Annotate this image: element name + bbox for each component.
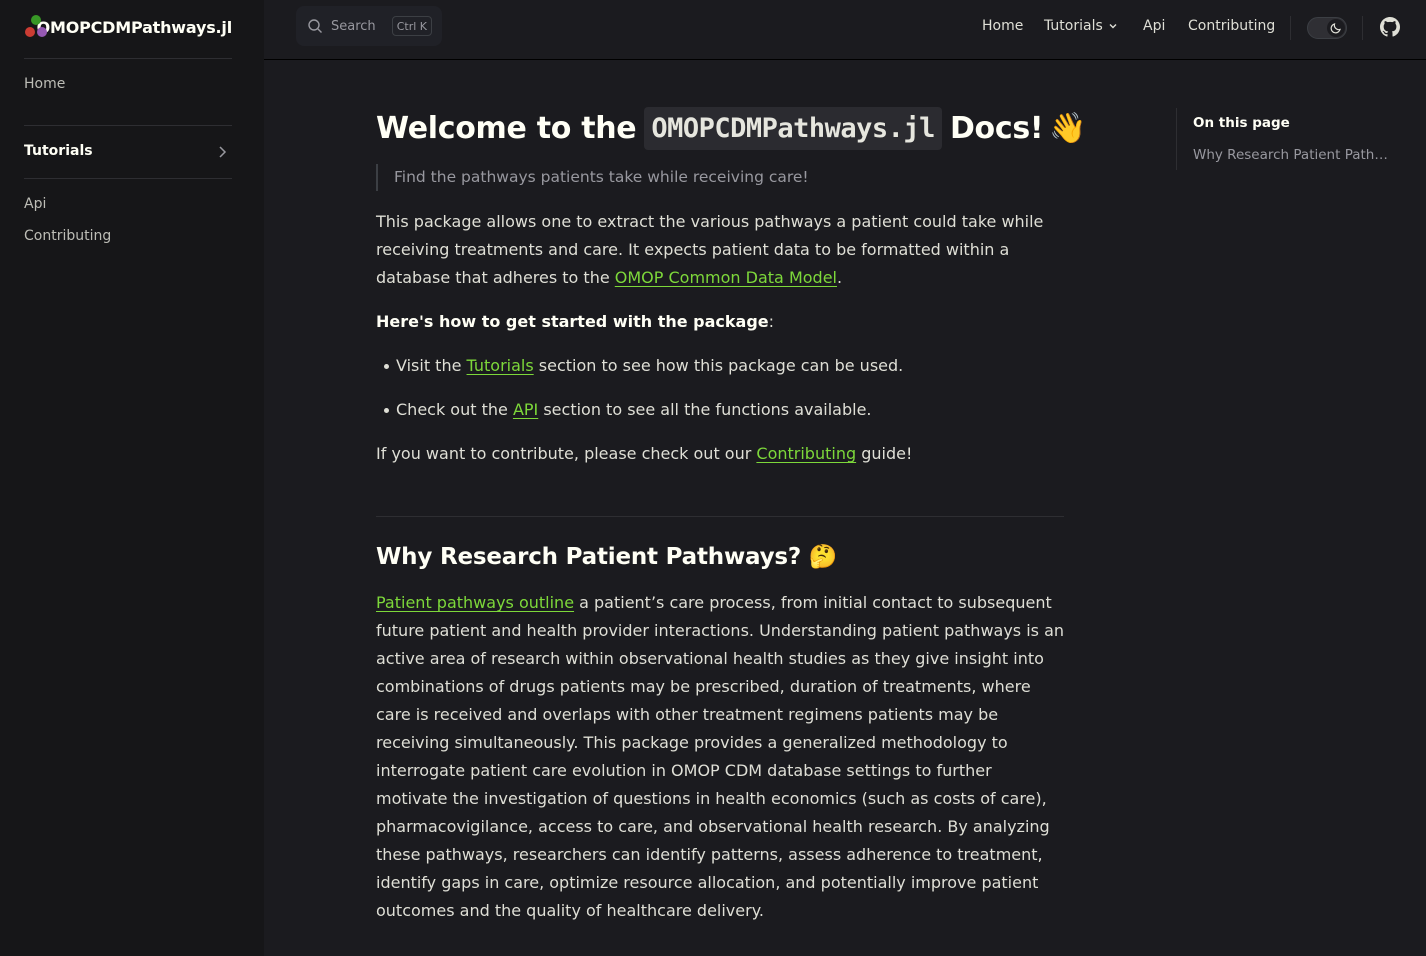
list-item-pre: Check out the (396, 400, 513, 419)
page-title-suffix: Docs! (949, 110, 1044, 146)
search-shortcut-hint: Ctrl K (391, 16, 432, 36)
list-item-post: section to see all the functions availab… (538, 400, 872, 419)
page-title-prefix: Welcome to the (376, 110, 637, 146)
list-item: Check out the API section to see all the… (396, 396, 1086, 424)
dark-mode-toggle[interactable] (1307, 17, 1347, 39)
sidebar-divider (24, 58, 232, 59)
moon-icon (1330, 23, 1341, 34)
nav-api[interactable]: Api (1143, 18, 1165, 34)
getting-started-colon: : (768, 312, 775, 331)
sidebar-divider (24, 178, 232, 179)
nav-home[interactable]: Home (982, 18, 1023, 34)
thinking-face-icon: 🤔 (808, 544, 838, 570)
contribute-post: guide! (856, 444, 913, 463)
brand-title: OMOPCDMPathways.jl (36, 17, 233, 37)
sidebar: OMOPCDMPathways.jl Home Tutorials Api Co… (0, 0, 264, 956)
chevron-right-icon[interactable] (214, 144, 230, 160)
api-link[interactable]: API (513, 400, 538, 419)
sidebar-item-contributing[interactable]: Contributing (24, 228, 111, 244)
bullet-marker (384, 364, 389, 369)
chevron-down-icon (1109, 24, 1117, 29)
tutorials-link[interactable]: Tutorials (467, 356, 534, 375)
sidebar-item-tutorials[interactable]: Tutorials (24, 143, 93, 159)
getting-started-paragraph: Here's how to get started with the packa… (376, 308, 1066, 336)
nav-contributing[interactable]: Contributing (1188, 18, 1275, 34)
page-outline: On this page Why Research Patient Pathwa… (1176, 108, 1398, 170)
github-icon[interactable] (1380, 17, 1400, 37)
nav-divider (1362, 16, 1363, 40)
julia-logo-icon (24, 14, 47, 40)
outline-item-why-research[interactable]: Why Research Patient Pathways? (1193, 147, 1398, 163)
brand-link[interactable]: OMOPCDMPathways.jl (24, 14, 232, 40)
list-item-post: section to see how this package can be u… (533, 356, 904, 375)
top-navbar: Search Ctrl K Home Tutorials Api Contrib… (264, 0, 1426, 60)
intro-paragraph: This package allows one to extract the v… (376, 208, 1066, 292)
section-heading: Why Research Patient Pathways? 🤔 (376, 540, 838, 574)
search-button[interactable]: Search Ctrl K (296, 6, 442, 46)
patient-pathways-link[interactable]: Patient pathways outline (376, 593, 574, 612)
sidebar-item-api[interactable]: Api (24, 196, 46, 212)
section-heading-text: Why Research Patient Pathways? (376, 544, 802, 570)
waving-hand-icon: 👋 (1049, 110, 1087, 146)
omop-cdm-link[interactable]: OMOP Common Data Model (615, 268, 837, 287)
list-item-pre: Visit the (396, 356, 467, 375)
contribute-pre: If you want to contribute, please check … (376, 444, 757, 463)
contribute-paragraph: If you want to contribute, please check … (376, 440, 1066, 468)
page-title-package-code: OMOPCDMPathways.jl (644, 106, 942, 150)
getting-started-heading: Here's how to get started with the packa… (376, 312, 769, 331)
pathways-text: a patient’s care process, from initial c… (376, 593, 1065, 920)
toggle-knob (1327, 19, 1345, 37)
search-label: Search (331, 18, 376, 34)
intro-end: . (836, 268, 843, 287)
bullet-marker (384, 408, 389, 413)
pathways-paragraph: Patient pathways outline a patient’s car… (376, 589, 1066, 925)
sidebar-item-home[interactable]: Home (24, 76, 65, 92)
nav-tutorials-dropdown[interactable]: Tutorials (1044, 18, 1119, 34)
sidebar-divider (24, 125, 232, 126)
list-item: Visit the Tutorials section to see how t… (396, 352, 1086, 380)
search-icon (308, 19, 322, 33)
tagline-blockquote: Find the pathways patients take while re… (376, 164, 809, 191)
section-divider (376, 516, 1064, 517)
nav-divider (1290, 16, 1291, 40)
contributing-link[interactable]: Contributing (756, 444, 856, 463)
nav-tutorials-label: Tutorials (1044, 18, 1103, 34)
outline-title: On this page (1193, 115, 1290, 131)
page-title: Welcome to the OMOPCDMPathways.jl Docs! … (376, 104, 1087, 152)
